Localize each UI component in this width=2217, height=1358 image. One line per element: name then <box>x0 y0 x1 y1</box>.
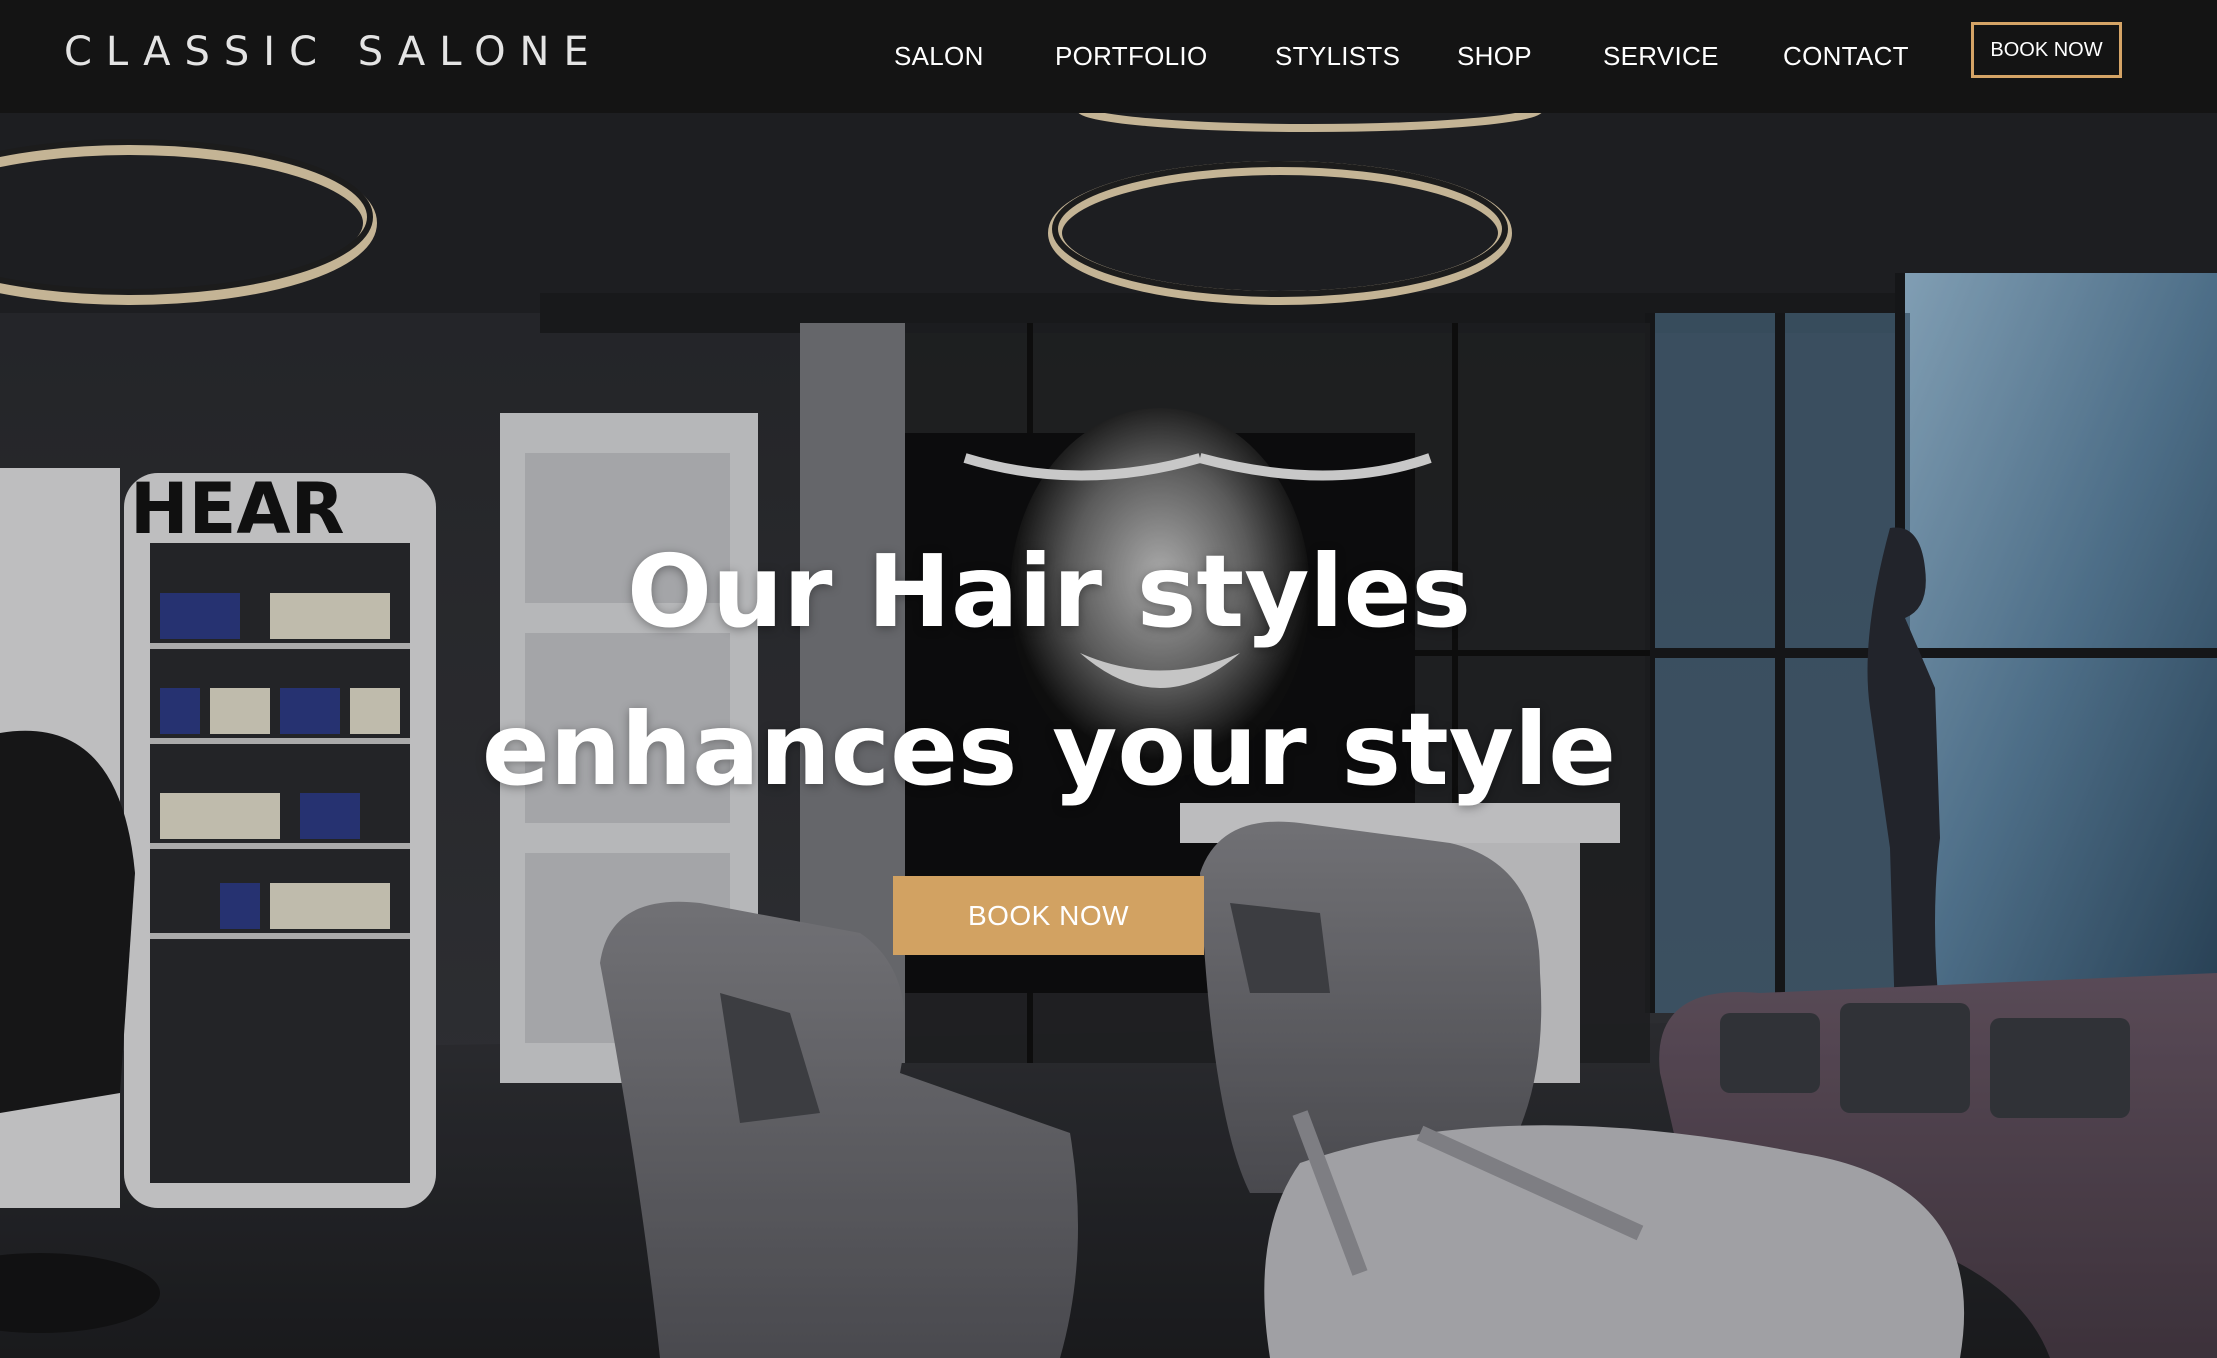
nav-item-stylists[interactable]: STYLISTS <box>1275 38 1400 74</box>
nav-item-service[interactable]: SERVICE <box>1603 38 1719 74</box>
hero-book-now-button[interactable]: BOOK NOW <box>893 876 1204 955</box>
nav-item-contact[interactable]: CONTACT <box>1783 38 1909 74</box>
nav-item-shop[interactable]: SHOP <box>1457 38 1532 74</box>
hero-section: HEAR Our Hair styles enhances your style… <box>0 113 2217 1358</box>
nav-item-salon[interactable]: SALON <box>894 38 984 74</box>
hero-title-line-1: Our Hair styles <box>626 533 1472 650</box>
hero-title: Our Hair styles enhances your style <box>0 513 2098 829</box>
site-header: CLASSIC SALONE SALON PORTFOLIO STYLISTS … <box>0 0 2217 113</box>
header-book-now-button[interactable]: BOOK NOW <box>1971 22 2122 78</box>
nav-item-portfolio[interactable]: PORTFOLIO <box>1055 38 1207 74</box>
site-logo[interactable]: CLASSIC SALONE <box>64 26 603 78</box>
hero-title-line-2: enhances your style <box>481 691 1617 808</box>
